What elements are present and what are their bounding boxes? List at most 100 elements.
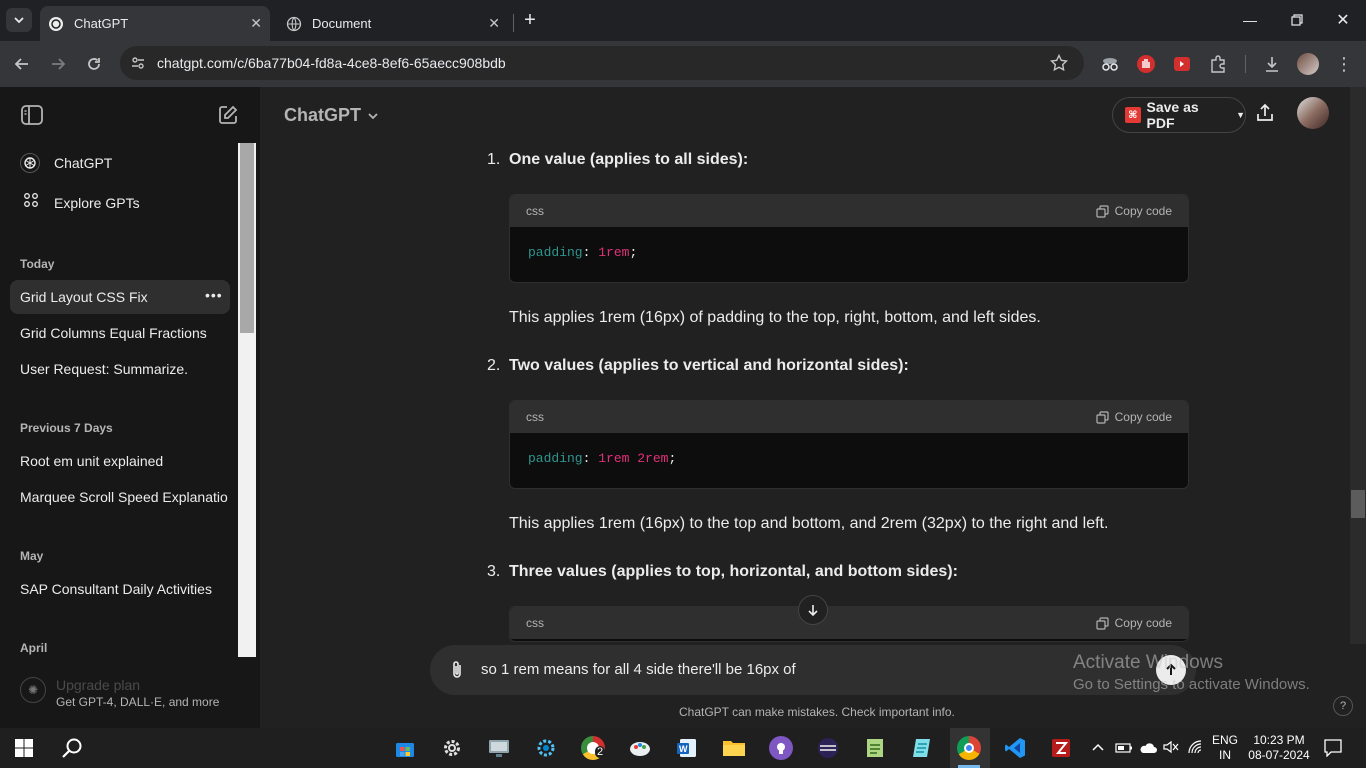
restore-button[interactable]	[1287, 10, 1307, 30]
sidebar-item-chatgpt[interactable]: ChatGPT	[20, 153, 112, 173]
profile-avatar[interactable]	[1296, 52, 1320, 76]
main-scrollbar[interactable]	[1350, 87, 1366, 644]
address-bar[interactable]: chatgpt.com/c/6ba77b04-fd8a-4ce8-8ef6-65…	[120, 46, 1084, 80]
toggle-sidebar-icon[interactable]	[21, 105, 43, 130]
video-extension-icon[interactable]	[1170, 52, 1194, 76]
copy-code-button[interactable]: Copy code	[1096, 204, 1172, 218]
code-content: padding: 1rem;	[510, 227, 1188, 278]
chat-options-icon[interactable]: •••	[205, 287, 223, 303]
wifi-icon[interactable]	[1187, 739, 1203, 760]
notepad-plus-icon[interactable]	[861, 734, 889, 762]
close-window-button[interactable]: ✕	[1333, 10, 1353, 30]
copy-icon	[1096, 204, 1109, 218]
code-semicolon: ;	[629, 245, 638, 260]
sidebar-item-label: ChatGPT	[54, 155, 113, 171]
code-colon: :	[582, 245, 599, 260]
chrome-profile-icon[interactable]: 2	[579, 734, 607, 762]
notepad-icon[interactable]	[908, 734, 936, 762]
onedrive-icon[interactable]	[1139, 741, 1157, 759]
clock[interactable]: 10:23 PM 08-07-2024	[1246, 733, 1312, 763]
copy-code-label: Copy code	[1114, 616, 1172, 630]
reload-button[interactable]	[82, 52, 106, 76]
file-explorer-icon[interactable]	[720, 734, 748, 762]
copy-icon	[1096, 616, 1109, 630]
region-code: IN	[1219, 748, 1231, 762]
puzzle-extensions-icon[interactable]	[1206, 52, 1230, 76]
github-icon[interactable]	[767, 734, 795, 762]
save-as-pdf-button[interactable]: ⌘ Save as PDF ▼	[1112, 97, 1246, 133]
chat-item[interactable]: User Request: Summarize.	[20, 361, 188, 377]
site-info-icon[interactable]	[130, 55, 146, 76]
bookmark-star-icon[interactable]	[1049, 53, 1069, 77]
paragraph: This applies 1rem (16px) of padding to t…	[509, 309, 1041, 326]
message-input[interactable]: so 1 rem means for all 4 side there'll b…	[481, 661, 796, 678]
openai-icon	[48, 16, 64, 32]
eclipse-icon[interactable]	[814, 734, 842, 762]
remote-desktop-icon[interactable]	[485, 734, 513, 762]
download-icon[interactable]	[1260, 52, 1284, 76]
scroll-to-bottom-button[interactable]	[798, 595, 828, 625]
chat-item[interactable]: Grid Columns Equal Fractions	[20, 325, 207, 341]
upgrade-plan-button[interactable]: ✺ Upgrade plan Get GPT-4, DALL·E, and mo…	[20, 677, 240, 717]
attach-icon[interactable]	[448, 660, 466, 685]
store-icon[interactable]	[391, 734, 419, 762]
tab-search-button[interactable]	[6, 8, 32, 32]
help-button[interactable]: ?	[1333, 696, 1353, 716]
model-selector[interactable]: ChatGPT	[284, 105, 379, 126]
show-hidden-icons-icon[interactable]	[1091, 740, 1105, 759]
chrome-icon[interactable]	[955, 734, 983, 762]
chat-item[interactable]: Marquee Scroll Speed Explanatio	[20, 489, 228, 505]
code-block: css Copy code	[509, 606, 1189, 642]
user-avatar[interactable]	[1297, 97, 1329, 129]
toolbar-divider	[1245, 55, 1246, 73]
disclaimer: ChatGPT can make mistakes. Check importa…	[679, 705, 955, 719]
forward-button[interactable]	[46, 52, 70, 76]
code-block: css Copy code padding: 1rem 2rem;	[509, 400, 1189, 489]
control-panel-icon[interactable]	[532, 734, 560, 762]
battery-icon[interactable]	[1115, 741, 1133, 759]
windows-start-icon[interactable]	[10, 734, 38, 762]
language-indicator[interactable]: ENG IN	[1212, 733, 1238, 763]
main-scrollbar-thumb[interactable]	[1351, 490, 1365, 518]
sidebar-item-explore-gpts[interactable]: Explore GPTs	[24, 193, 140, 212]
copy-code-button[interactable]: Copy code	[1096, 410, 1172, 424]
filezilla-icon[interactable]	[1047, 734, 1075, 762]
tab-document[interactable]: Document ✕	[278, 6, 508, 41]
code-language: css	[526, 616, 544, 630]
sidebar-scrollbar-thumb[interactable]	[240, 143, 254, 333]
back-button[interactable]	[10, 52, 34, 76]
new-chat-icon[interactable]	[218, 105, 238, 130]
code-block-header: css Copy code	[510, 195, 1188, 227]
tab-chatgpt[interactable]: ChatGPT ✕	[40, 6, 270, 41]
reload-icon	[88, 58, 100, 70]
close-tab-icon[interactable]: ✕	[250, 15, 262, 32]
tab-divider	[513, 14, 514, 32]
settings-icon[interactable]	[438, 734, 466, 762]
chat-item[interactable]: SAP Consultant Daily Activities	[20, 581, 212, 597]
list-number: 2.	[487, 357, 501, 374]
word-icon[interactable]: W	[673, 734, 701, 762]
list-number: 3.	[487, 563, 501, 580]
copy-code-button[interactable]: Copy code	[1096, 616, 1172, 630]
taskbar-badge: 2	[595, 746, 606, 758]
vscode-icon[interactable]	[1001, 734, 1029, 762]
more-menu-icon[interactable]: ⋮	[1332, 52, 1356, 76]
url-text[interactable]: chatgpt.com/c/6ba77b04-fd8a-4ce8-8ef6-65…	[157, 55, 506, 71]
hand-stop-extension-icon[interactable]	[1134, 52, 1158, 76]
new-tab-button[interactable]: +	[520, 9, 540, 31]
volume-muted-icon[interactable]	[1163, 740, 1179, 759]
svg-text:W: W	[679, 744, 688, 754]
chat-item[interactable]: Root em unit explained	[20, 453, 163, 469]
notifications-icon[interactable]	[1324, 739, 1342, 762]
chat-item[interactable]: Grid Layout CSS Fix	[20, 289, 148, 305]
minimize-button[interactable]: —	[1240, 10, 1260, 30]
save-pdf-label: Save as PDF	[1146, 99, 1199, 131]
share-icon[interactable]	[1255, 103, 1275, 128]
search-icon[interactable]	[58, 734, 86, 762]
close-tab-icon[interactable]: ✕	[488, 15, 500, 32]
paint-icon[interactable]	[626, 734, 654, 762]
spy-extension-icon[interactable]	[1098, 52, 1122, 76]
code-block-header: css Copy code	[510, 401, 1188, 433]
caret-down-icon: ▼	[1236, 110, 1245, 120]
sidebar-item-label: Explore GPTs	[54, 194, 140, 211]
